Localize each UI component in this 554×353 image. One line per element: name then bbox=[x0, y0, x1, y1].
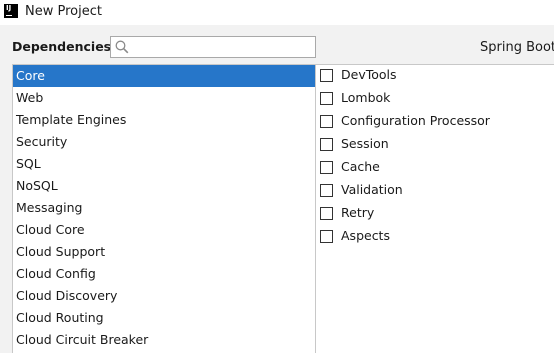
dependency-item-devtools[interactable]: DevTools bbox=[316, 65, 554, 88]
category-item-cloud-config[interactable]: Cloud Config bbox=[13, 263, 315, 285]
title-bar: IJ New Project bbox=[0, 0, 554, 25]
category-item-nosql[interactable]: NoSQL bbox=[13, 175, 315, 197]
dependency-label: Aspects bbox=[341, 228, 390, 243]
category-item-cloud-core[interactable]: Cloud Core bbox=[13, 219, 315, 241]
dependency-item-validation[interactable]: Validation bbox=[316, 180, 554, 203]
category-item-cloud-support[interactable]: Cloud Support bbox=[13, 241, 315, 263]
search-icon bbox=[115, 40, 129, 54]
dependency-list: DevTools Lombok Configuration Processor … bbox=[316, 64, 554, 353]
search-input[interactable] bbox=[133, 39, 311, 55]
category-item-sql[interactable]: SQL bbox=[13, 153, 315, 175]
dependency-label: DevTools bbox=[341, 67, 397, 82]
intellij-logo-icon: IJ bbox=[4, 4, 18, 18]
category-item-cloud-discovery[interactable]: Cloud Discovery bbox=[13, 285, 315, 307]
dependency-item-configuration-processor[interactable]: Configuration Processor bbox=[316, 111, 554, 134]
dependency-label: Retry bbox=[341, 205, 375, 220]
cache-checkbox[interactable] bbox=[320, 161, 333, 174]
category-item-security[interactable]: Security bbox=[13, 131, 315, 153]
spring-boot-version-label: Spring Boot bbox=[480, 40, 554, 55]
dependency-label: Session bbox=[341, 136, 389, 151]
dependency-item-cache[interactable]: Cache bbox=[316, 157, 554, 180]
dependency-label: Lombok bbox=[341, 90, 391, 105]
dependencies-label: Dependencies bbox=[12, 39, 112, 54]
dependency-item-lombok[interactable]: Lombok bbox=[316, 88, 554, 111]
search-field[interactable] bbox=[110, 36, 316, 58]
category-item-messaging[interactable]: Messaging bbox=[13, 197, 315, 219]
category-item-cloud-routing[interactable]: Cloud Routing bbox=[13, 307, 315, 329]
lombok-checkbox[interactable] bbox=[320, 92, 333, 105]
category-list: Core Web Template Engines Security SQL N… bbox=[12, 64, 316, 353]
window-title: New Project bbox=[25, 4, 102, 19]
retry-checkbox[interactable] bbox=[320, 207, 333, 220]
category-item-web[interactable]: Web bbox=[13, 87, 315, 109]
dependency-label: Configuration Processor bbox=[341, 113, 490, 128]
dependency-item-session[interactable]: Session bbox=[316, 134, 554, 157]
dependency-item-aspects[interactable]: Aspects bbox=[316, 226, 554, 249]
category-item-cloud-circuit-breaker[interactable]: Cloud Circuit Breaker bbox=[13, 329, 315, 351]
aspects-checkbox[interactable] bbox=[320, 230, 333, 243]
category-item-core[interactable]: Core bbox=[13, 65, 315, 87]
dependency-item-retry[interactable]: Retry bbox=[316, 203, 554, 226]
dependency-label: Validation bbox=[341, 182, 403, 197]
session-checkbox[interactable] bbox=[320, 138, 333, 151]
category-item-template-engines[interactable]: Template Engines bbox=[13, 109, 315, 131]
configuration-processor-checkbox[interactable] bbox=[320, 115, 333, 128]
dependency-label: Cache bbox=[341, 159, 380, 174]
validation-checkbox[interactable] bbox=[320, 184, 333, 197]
devtools-checkbox[interactable] bbox=[320, 69, 333, 82]
